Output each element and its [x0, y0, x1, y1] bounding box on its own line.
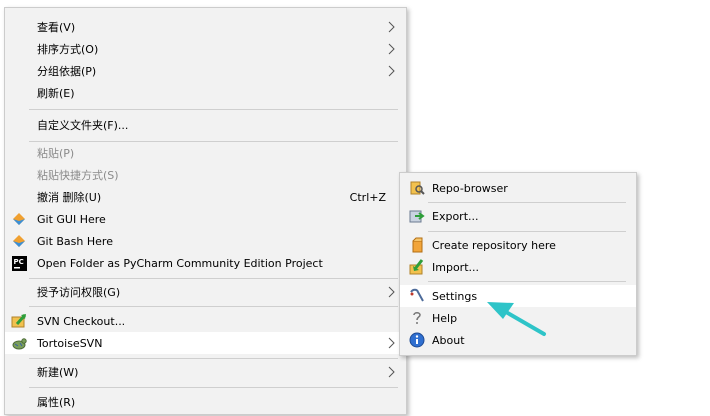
menu-item-view[interactable]: 查看(V)	[5, 16, 406, 38]
submenu-arrow-icon	[388, 337, 395, 349]
menu-item-tortoisesvn[interactable]: TortoiseSVN	[5, 332, 406, 354]
menu-separator	[29, 358, 398, 359]
menu-item-label: About	[432, 333, 465, 347]
menu-item-refresh[interactable]: 刷新(E)	[5, 82, 406, 104]
repo-browser-icon	[409, 180, 425, 196]
menu-item-label: Create repository here	[432, 238, 556, 252]
menu-item-label: 刷新(E)	[37, 87, 75, 100]
submenu-item-create-repository[interactable]: Create repository here	[400, 234, 636, 256]
menu-item-label: Repo-browser	[432, 181, 508, 195]
menu-separator	[428, 202, 626, 203]
menu-separator	[428, 281, 626, 282]
submenu-item-about[interactable]: About	[400, 329, 636, 351]
submenu-arrow-icon	[388, 21, 395, 33]
menu-item-label: 粘贴(P)	[37, 147, 75, 160]
menu-separator	[29, 306, 398, 307]
submenu-arrow-icon	[388, 366, 395, 378]
submenu-arrow-icon	[388, 43, 395, 55]
submenu-item-export[interactable]: Export...	[400, 205, 636, 227]
submenu-item-help[interactable]: Help	[400, 307, 636, 329]
git-icon	[11, 211, 27, 227]
create-repository-icon	[409, 237, 425, 253]
tortoisesvn-icon	[11, 335, 27, 351]
menu-item-label: SVN Checkout...	[37, 314, 126, 328]
menu-item-label: 自定义文件夹(F)...	[37, 119, 129, 132]
submenu-item-import[interactable]: Import...	[400, 256, 636, 278]
menu-item-label: TortoiseSVN	[37, 336, 103, 350]
pycharm-icon: PC	[11, 255, 27, 271]
export-icon	[409, 208, 425, 224]
desktop-context-menu: 查看(V) 排序方式(O) 分组依据(P) 刷新(E) 自定义文件夹(F)...…	[4, 7, 407, 415]
submenu-item-settings[interactable]: Settings	[400, 285, 636, 307]
menu-item-label: 属性(R)	[37, 396, 76, 409]
menu-item-group-by[interactable]: 分组依据(P)	[5, 60, 406, 82]
import-icon	[409, 259, 425, 275]
svg-text:PC: PC	[13, 258, 23, 266]
git-icon	[11, 233, 27, 249]
menu-item-label: Help	[432, 311, 458, 325]
help-icon	[409, 310, 425, 326]
menu-item-label: 查看(V)	[37, 21, 76, 34]
menu-item-label: Git Bash Here	[37, 234, 113, 248]
keyboard-shortcut: Ctrl+Z	[349, 190, 386, 204]
menu-item-label: 分组依据(P)	[37, 65, 97, 78]
menu-item-label: Settings	[432, 289, 478, 303]
menu-item-paste-shortcut: 粘贴快捷方式(S)	[5, 164, 406, 186]
menu-item-label: Import...	[432, 260, 479, 274]
menu-item-git-gui[interactable]: Git GUI Here	[5, 208, 406, 230]
menu-item-label: 授予访问权限(G)	[37, 286, 121, 299]
tortoisesvn-submenu: Repo-browser Export... Create repository…	[399, 172, 637, 356]
menu-separator	[428, 231, 626, 232]
menu-item-sort-by[interactable]: 排序方式(O)	[5, 38, 406, 60]
settings-icon	[409, 288, 425, 304]
menu-item-label: Export...	[432, 209, 479, 223]
menu-item-svn-checkout[interactable]: SVN Checkout...	[5, 310, 406, 332]
menu-item-paste: 粘贴(P)	[5, 142, 406, 164]
submenu-item-repo-browser[interactable]: Repo-browser	[400, 177, 636, 199]
menu-item-label: 新建(W)	[37, 366, 79, 379]
menu-separator	[29, 387, 398, 388]
menu-item-pycharm[interactable]: PC Open Folder as PyCharm Community Edit…	[5, 252, 406, 274]
menu-item-label: Open Folder as PyCharm Community Edition…	[37, 256, 323, 270]
svn-checkout-icon	[11, 313, 27, 329]
menu-item-label: 排序方式(O)	[37, 43, 99, 56]
submenu-arrow-icon	[388, 286, 395, 298]
menu-item-label: 粘贴快捷方式(S)	[37, 169, 119, 182]
menu-item-label: Git GUI Here	[37, 212, 106, 226]
menu-item-git-bash[interactable]: Git Bash Here	[5, 230, 406, 252]
menu-item-undo-delete[interactable]: 撤消 删除(U) Ctrl+Z	[5, 186, 406, 208]
menu-separator	[29, 109, 398, 110]
menu-item-give-access[interactable]: 授予访问权限(G)	[5, 281, 406, 303]
menu-item-customize-folder[interactable]: 自定义文件夹(F)...	[5, 114, 406, 136]
info-icon	[409, 332, 425, 348]
menu-item-label: 撤消 删除(U)	[37, 191, 102, 204]
menu-item-new[interactable]: 新建(W)	[5, 361, 406, 383]
submenu-arrow-icon	[388, 65, 395, 77]
menu-item-properties[interactable]: 属性(R)	[5, 391, 406, 413]
menu-separator	[29, 278, 398, 279]
